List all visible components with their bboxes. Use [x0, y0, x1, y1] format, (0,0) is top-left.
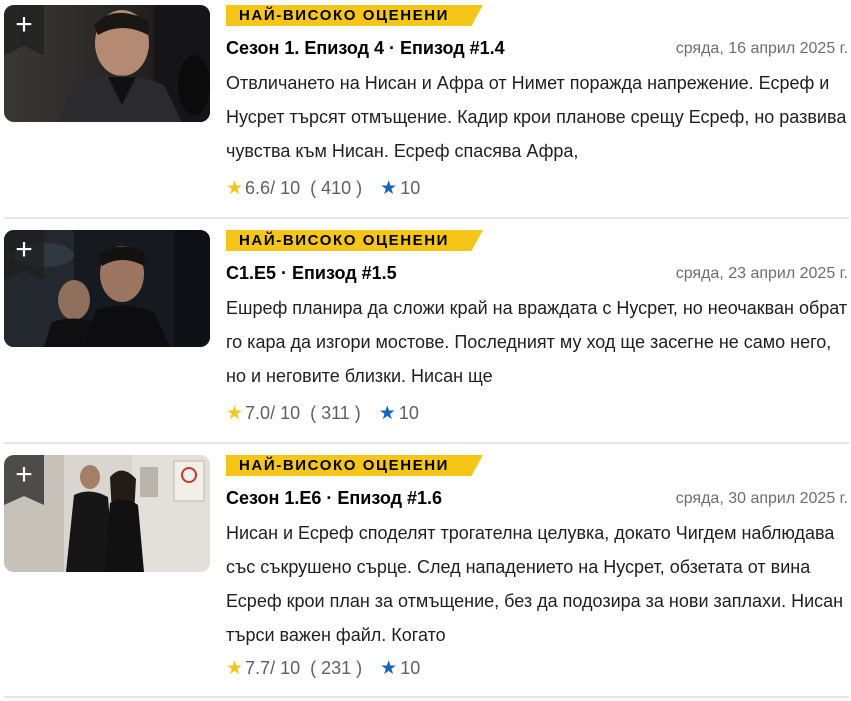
episode-thumbnail[interactable]: +: [4, 5, 210, 122]
rating-value: 6.6: [245, 177, 271, 198]
star-outline-icon: ★: [380, 177, 398, 199]
episode-card: + НАЙ-ВИСОКО ОЦЕНЕНИ Сезон 1.Е6 · Епизод…: [0, 450, 851, 695]
star-outline-icon: ★: [378, 402, 396, 424]
divider: [4, 217, 849, 219]
episode-air-date: сряда, 16 април 2025 г.: [675, 40, 848, 57]
star-icon: ★: [226, 177, 244, 199]
rating-suffix: / 10: [270, 402, 301, 423]
plus-icon: +: [15, 458, 33, 491]
star-icon: ★: [226, 402, 244, 424]
episode-description: Ешреф планира да сложи край на враждата …: [226, 298, 848, 386]
vote-count: ( 311 ): [310, 402, 361, 423]
rate-button[interactable]: ★ 10: [380, 657, 420, 680]
top-rated-badge: НАЙ-ВИСОКО ОЦЕНЕНИ: [226, 455, 483, 476]
vote-count: ( 410 ): [310, 177, 363, 198]
episode-card: + НАЙ-ВИСОКО ОЦЕНЕНИ С1.Е5 · Епизод #1.5…: [0, 225, 851, 445]
episode-card: + НАЙ-ВИСОКО ОЦЕНЕНИ Сезон 1. Епизод 4 ·…: [0, 0, 851, 220]
plus-icon: +: [15, 233, 33, 266]
rating-row: ★ 7.0 / 10 ( 311 ) ★ 10: [226, 401, 419, 425]
rate-button[interactable]: ★ 10: [379, 402, 419, 425]
episode-title-link[interactable]: Сезон 1.Е6 · Епизод #1.6: [226, 488, 442, 509]
episode-air-date: сряда, 23 април 2025 г.: [675, 265, 848, 282]
episode-thumbnail[interactable]: +: [4, 230, 210, 347]
episode-title-link[interactable]: С1.Е5 · Епизод #1.5: [226, 263, 397, 284]
divider: [4, 442, 849, 444]
vote-count: ( 231 ): [310, 657, 363, 678]
top-rated-badge: НАЙ-ВИСОКО ОЦЕНЕНИ: [226, 5, 483, 26]
top-rated-badge: НАЙ-ВИСОКО ОЦЕНЕНИ: [226, 230, 483, 251]
rate-button[interactable]: ★ 10: [380, 177, 420, 200]
rating-row: ★ 7.7 / 10 ( 231 ) ★ 10: [226, 656, 420, 680]
rate-label: 10: [398, 402, 419, 423]
rating-value: 7.7: [245, 657, 271, 678]
rating-row: ★ 6.6 / 10 ( 410 ) ★ 10: [226, 176, 420, 200]
episode-thumbnail[interactable]: +: [4, 455, 210, 572]
episode-description: Отвличането на Нисан и Афра от Нимет пор…: [226, 73, 847, 161]
rate-label: 10: [400, 177, 421, 198]
star-icon: ★: [226, 657, 244, 679]
rating-suffix: / 10: [270, 657, 301, 678]
rating-value: 7.0: [245, 402, 271, 423]
plus-icon: +: [15, 8, 33, 41]
episode-air-date: сряда, 30 април 2025 г.: [675, 490, 848, 507]
divider: [4, 696, 849, 698]
episode-description: Нисан и Есреф споделят трогателна целувк…: [226, 523, 844, 645]
episode-title-link[interactable]: Сезон 1. Епизод 4 · Епизод #1.4: [226, 38, 505, 59]
rating-suffix: / 10: [270, 177, 301, 198]
star-outline-icon: ★: [380, 657, 398, 679]
rate-label: 10: [400, 657, 421, 678]
